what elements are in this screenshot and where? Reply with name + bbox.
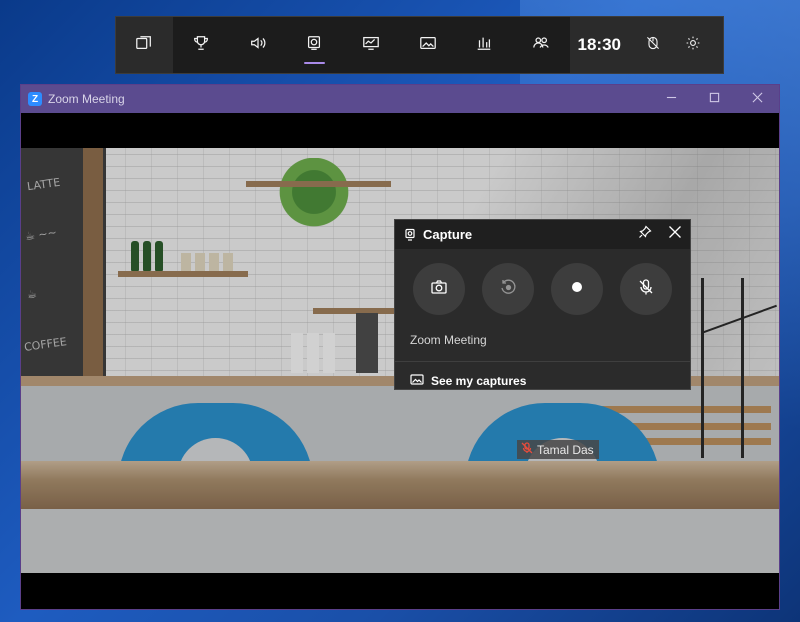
maximize-icon bbox=[709, 92, 720, 106]
window-title: Zoom Meeting bbox=[48, 92, 125, 106]
microphone-toggle-button[interactable] bbox=[620, 263, 673, 315]
performance-icon bbox=[362, 34, 380, 57]
close-icon bbox=[668, 225, 682, 244]
social-button[interactable] bbox=[513, 17, 570, 73]
resources-icon bbox=[475, 34, 493, 57]
captured-app-name: Zoom Meeting bbox=[410, 333, 487, 347]
social-icon bbox=[532, 34, 550, 57]
record-last-30s-icon bbox=[499, 278, 517, 301]
microphone-off-icon bbox=[637, 278, 655, 301]
capture-controls bbox=[395, 249, 690, 315]
capture-widget: Capture Zoom Meeting See my captures bbox=[394, 219, 691, 390]
start-recording-button[interactable] bbox=[551, 263, 604, 315]
participant-name-tag: Tamal Das bbox=[517, 440, 599, 459]
achievements-button[interactable] bbox=[173, 17, 230, 73]
pin-icon bbox=[638, 225, 652, 244]
capture-icon bbox=[305, 34, 323, 57]
close-icon bbox=[752, 92, 763, 106]
muted-microphone-icon bbox=[521, 442, 537, 457]
see-my-captures-label: See my captures bbox=[431, 373, 527, 388]
maximize-button[interactable] bbox=[693, 85, 736, 113]
minimize-icon bbox=[666, 92, 677, 106]
start-recording-icon bbox=[568, 278, 586, 301]
screenshot-button[interactable] bbox=[412, 263, 465, 315]
minimize-button[interactable] bbox=[650, 85, 693, 113]
game-bar: 18:30 bbox=[115, 16, 724, 74]
see-my-captures-link[interactable]: See my captures bbox=[395, 362, 690, 389]
gallery-button[interactable] bbox=[399, 17, 456, 73]
gear-icon bbox=[685, 35, 701, 56]
achievements-icon bbox=[192, 34, 210, 57]
close-widget-button[interactable] bbox=[660, 220, 690, 249]
mouse-lock-button[interactable] bbox=[633, 17, 673, 73]
zoom-logo-icon: Z bbox=[28, 92, 42, 106]
window-titlebar[interactable]: Z Zoom Meeting bbox=[21, 85, 779, 113]
performance-button[interactable] bbox=[343, 17, 400, 73]
capture-widget-title: Capture bbox=[423, 227, 473, 242]
widget-menu-icon bbox=[135, 34, 153, 57]
record-last-30s-button[interactable] bbox=[481, 263, 534, 315]
capture-button[interactable] bbox=[286, 17, 343, 73]
gallery-icon bbox=[419, 34, 437, 57]
participant-name: Tamal Das bbox=[537, 442, 594, 457]
audio-icon bbox=[249, 34, 267, 57]
close-window-button[interactable] bbox=[736, 85, 779, 113]
settings-button[interactable] bbox=[673, 17, 713, 73]
capture-widget-header[interactable]: Capture bbox=[395, 220, 690, 249]
clock-time: 18:30 bbox=[577, 35, 621, 54]
capture-widget-icon bbox=[403, 228, 417, 242]
audio-button[interactable] bbox=[229, 17, 286, 73]
resources-button[interactable] bbox=[456, 17, 513, 73]
screenshot-icon bbox=[430, 278, 448, 301]
mouse-icon bbox=[645, 35, 661, 56]
gallery-icon bbox=[410, 372, 431, 389]
gamebar-status-area: 18:30 bbox=[569, 17, 723, 73]
pin-button[interactable] bbox=[630, 220, 660, 249]
widget-menu-button[interactable] bbox=[116, 17, 173, 73]
